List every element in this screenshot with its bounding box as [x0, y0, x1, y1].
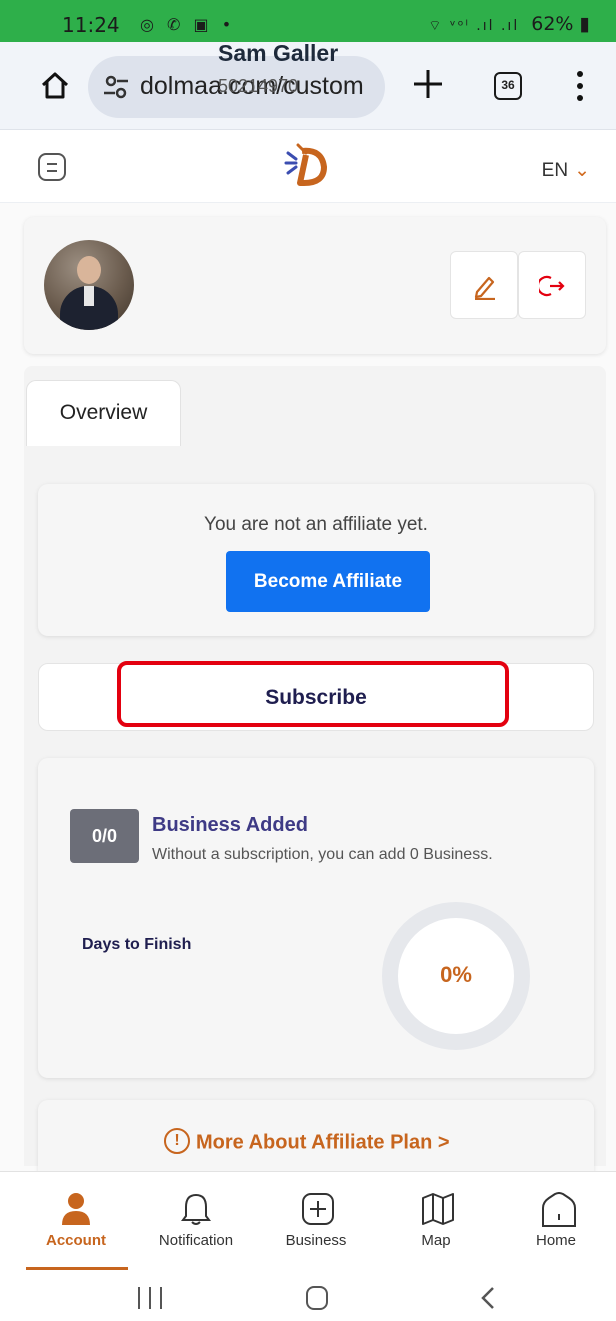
status-bar: 11:24 ◎ ✆ ▣ • ⌔ ᵛᵒˡ .ıl .ıl 62% ▮: [0, 0, 616, 42]
plus-square-icon: [302, 1193, 334, 1225]
logout-icon: [539, 275, 565, 297]
dolmaa-logo[interactable]: [282, 143, 332, 189]
become-affiliate-button[interactable]: Become Affiliate: [226, 551, 430, 612]
language-selector[interactable]: EN ⌄: [542, 159, 590, 182]
profile-card: [24, 217, 606, 354]
battery-level: 62%: [531, 13, 574, 35]
house-icon: [542, 1192, 576, 1227]
more-about-affiliate-card[interactable]: ! More About Affiliate Plan >: [38, 1100, 594, 1173]
signal-icons: ⌔ ᵛᵒˡ .ıl .ıl: [428, 18, 520, 34]
person-icon: [62, 1193, 90, 1225]
days-to-finish-label: Days to Finish: [82, 936, 192, 953]
progress-percent: 0%: [440, 962, 472, 987]
tab-overview[interactable]: Overview: [26, 380, 181, 446]
chevron-right-icon: >: [437, 1131, 450, 1154]
home-icon[interactable]: [40, 70, 70, 100]
more-about-affiliate-label: More About Affiliate Plan: [196, 1131, 433, 1154]
nav-business-label: Business: [285, 1232, 347, 1249]
business-count-badge: 0/0: [70, 809, 139, 863]
business-added-title: Business Added: [152, 814, 308, 836]
pencil-icon: [474, 276, 495, 300]
bell-icon: [181, 1193, 211, 1225]
avatar: [44, 240, 134, 330]
nav-account-label: Account: [46, 1232, 106, 1249]
plus-icon[interactable]: [408, 64, 448, 104]
notification-icons: ◎ ✆ ▣ •: [140, 15, 236, 34]
nav-map[interactable]: Map: [381, 1172, 491, 1270]
nav-account[interactable]: Account: [21, 1172, 131, 1270]
battery-icon: ▮: [579, 13, 590, 35]
affiliate-card: You are not an affiliate yet. Become Aff…: [38, 484, 594, 636]
business-added-description: Without a subscription, you can add 0 Bu…: [152, 846, 493, 863]
tabs-count-button[interactable]: 36: [494, 72, 522, 100]
logout-button[interactable]: [518, 251, 586, 319]
status-right: ⌔ ᵛᵒˡ .ıl .ıl 62% ▮: [428, 13, 590, 35]
nav-home-label: Home: [535, 1232, 576, 1249]
language-label: EN: [541, 160, 569, 181]
site-header: EN ⌄: [0, 131, 616, 203]
bottom-navigation: Account Notification Business Map Home: [0, 1171, 616, 1269]
info-icon: !: [164, 1128, 190, 1154]
nav-business[interactable]: Business: [261, 1172, 371, 1270]
chevron-down-icon: ⌄: [574, 160, 590, 181]
affiliate-status-text: You are not an affiliate yet.: [204, 514, 428, 535]
profile-user-id: 50214970: [218, 76, 299, 96]
android-navigation-bar: [0, 1270, 616, 1321]
status-time: 11:24: [62, 13, 120, 37]
back-icon[interactable]: [478, 1286, 498, 1310]
more-options-icon[interactable]: [568, 68, 592, 106]
subscribe-button[interactable]: Subscribe: [38, 663, 594, 731]
map-icon: [422, 1193, 454, 1225]
nav-map-label: Map: [421, 1232, 451, 1249]
edit-profile-button[interactable]: [450, 251, 518, 319]
profile-name: Sam Galler: [218, 40, 339, 66]
nav-home[interactable]: Home: [501, 1172, 611, 1270]
nav-notification-label: Notification: [158, 1232, 234, 1249]
tune-icon[interactable]: [102, 73, 130, 101]
nav-notification[interactable]: Notification: [141, 1172, 251, 1270]
recent-apps-icon[interactable]: [138, 1287, 162, 1309]
subscribe-label: Subscribe: [265, 686, 367, 709]
more-about-affiliate-link[interactable]: ! More About Affiliate Plan >: [164, 1128, 450, 1156]
menu-icon[interactable]: [38, 153, 66, 181]
android-home-icon[interactable]: [306, 1286, 328, 1310]
